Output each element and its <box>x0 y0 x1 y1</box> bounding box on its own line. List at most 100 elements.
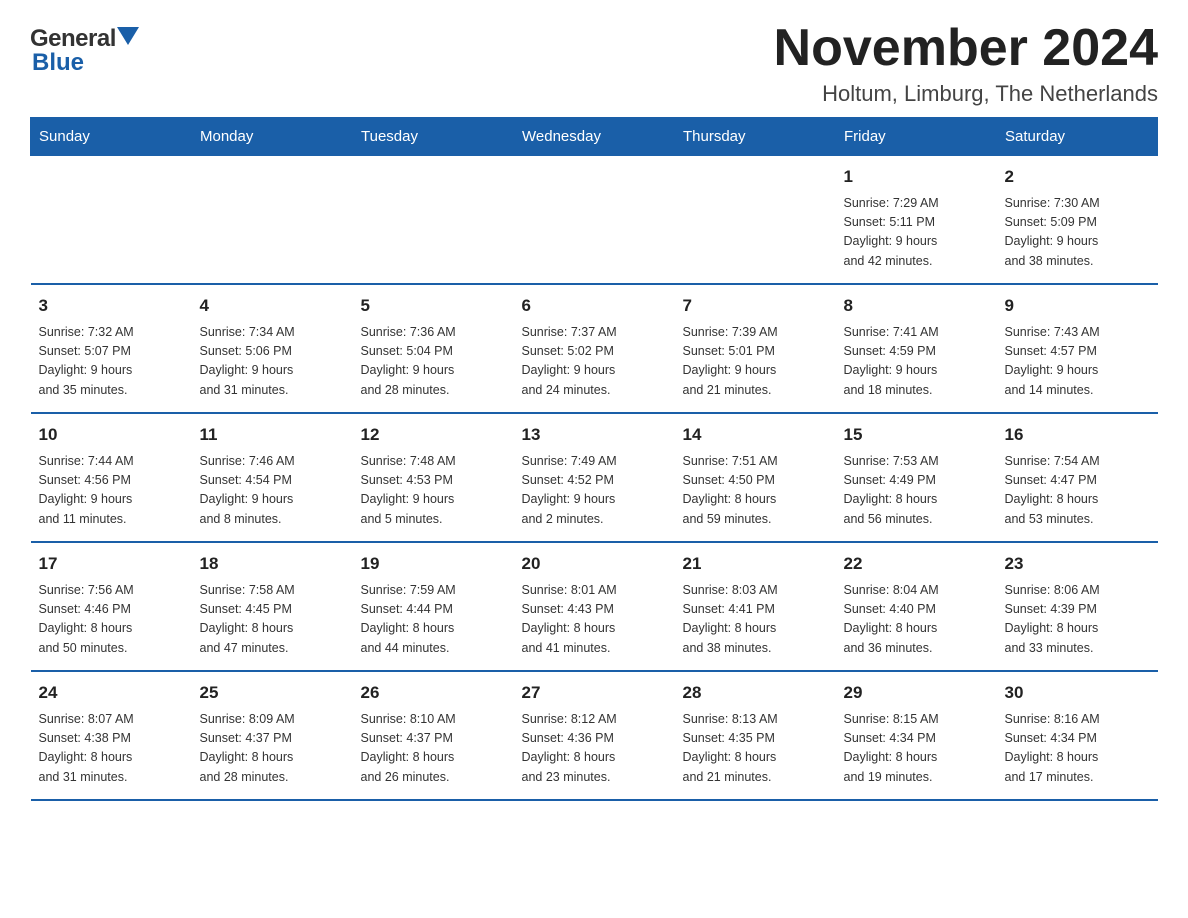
calendar-cell: 17 Sunrise: 7:56 AMSunset: 4:46 PMDayligh… <box>31 542 192 671</box>
day-number: 8 <box>844 293 989 319</box>
calendar-cell: 28 Sunrise: 8:13 AMSunset: 4:35 PMDayligh… <box>675 671 836 800</box>
day-number: 13 <box>522 422 667 448</box>
day-number: 10 <box>39 422 184 448</box>
day-info: Sunrise: 8:06 AMSunset: 4:39 PMDaylight:… <box>1005 581 1150 659</box>
day-number: 23 <box>1005 551 1150 577</box>
calendar-cell: 29 Sunrise: 8:15 AMSunset: 4:34 PMDayligh… <box>836 671 997 800</box>
weekday-header-thursday: Thursday <box>675 118 836 156</box>
day-info: Sunrise: 8:12 AMSunset: 4:36 PMDaylight:… <box>522 710 667 788</box>
logo-area: General Blue <box>30 20 139 77</box>
calendar-cell: 2 Sunrise: 7:30 AMSunset: 5:09 PMDaylight… <box>997 156 1158 285</box>
weekday-header-friday: Friday <box>836 118 997 156</box>
page-header: General Blue November 2024 Holtum, Limbu… <box>30 20 1158 107</box>
day-number: 12 <box>361 422 506 448</box>
title-area: November 2024 Holtum, Limburg, The Nethe… <box>774 20 1158 107</box>
logo-blue-text: Blue <box>30 49 84 77</box>
calendar-cell: 27 Sunrise: 8:12 AMSunset: 4:36 PMDayligh… <box>514 671 675 800</box>
day-number: 27 <box>522 680 667 706</box>
calendar-cell: 15 Sunrise: 7:53 AMSunset: 4:49 PMDayligh… <box>836 413 997 542</box>
calendar-cell: 12 Sunrise: 7:48 AMSunset: 4:53 PMDayligh… <box>353 413 514 542</box>
day-number: 18 <box>200 551 345 577</box>
day-number: 6 <box>522 293 667 319</box>
calendar-week-row: 10 Sunrise: 7:44 AMSunset: 4:56 PMDayligh… <box>31 413 1158 542</box>
calendar-week-row: 3 Sunrise: 7:32 AMSunset: 5:07 PMDaylight… <box>31 284 1158 413</box>
logo-arrow-icon <box>117 27 139 49</box>
day-number: 21 <box>683 551 828 577</box>
location-title: Holtum, Limburg, The Netherlands <box>774 81 1158 107</box>
calendar-week-row: 24 Sunrise: 8:07 AMSunset: 4:38 PMDayligh… <box>31 671 1158 800</box>
calendar-cell <box>675 156 836 285</box>
weekday-header-wednesday: Wednesday <box>514 118 675 156</box>
day-number: 26 <box>361 680 506 706</box>
day-info: Sunrise: 8:13 AMSunset: 4:35 PMDaylight:… <box>683 710 828 788</box>
calendar-cell: 8Sunrise: 7:41 AMSunset: 4:59 PMDaylight… <box>836 284 997 413</box>
calendar-cell: 30 Sunrise: 8:16 AMSunset: 4:34 PMDayligh… <box>997 671 1158 800</box>
weekday-header-monday: Monday <box>192 118 353 156</box>
day-number: 7 <box>683 293 828 319</box>
calendar-cell: 1Sunrise: 7:29 AMSunset: 5:11 PMDaylight… <box>836 156 997 285</box>
calendar-cell: 19Sunrise: 7:59 AMSunset: 4:44 PMDayligh… <box>353 542 514 671</box>
day-info: Sunrise: 7:48 AMSunset: 4:53 PMDaylight:… <box>361 452 506 530</box>
weekday-header-row: SundayMondayTuesdayWednesdayThursdayFrid… <box>31 118 1158 156</box>
day-number: 25 <box>200 680 345 706</box>
day-number: 20 <box>522 551 667 577</box>
day-info: Sunrise: 7:58 AMSunset: 4:45 PMDaylight:… <box>200 581 345 659</box>
day-info: Sunrise: 7:59 AMSunset: 4:44 PMDaylight:… <box>361 581 506 659</box>
day-number: 15 <box>844 422 989 448</box>
weekday-header-tuesday: Tuesday <box>353 118 514 156</box>
day-number: 9 <box>1005 293 1150 319</box>
calendar-week-row: 17 Sunrise: 7:56 AMSunset: 4:46 PMDayligh… <box>31 542 1158 671</box>
calendar-cell: 7 Sunrise: 7:39 AMSunset: 5:01 PMDaylight… <box>675 284 836 413</box>
day-number: 16 <box>1005 422 1150 448</box>
day-info: Sunrise: 7:34 AMSunset: 5:06 PMDaylight:… <box>200 323 345 401</box>
calendar-cell: 18 Sunrise: 7:58 AMSunset: 4:45 PMDayligh… <box>192 542 353 671</box>
day-number: 17 <box>39 551 184 577</box>
calendar-cell: 9 Sunrise: 7:43 AMSunset: 4:57 PMDaylight… <box>997 284 1158 413</box>
day-info: Sunrise: 7:37 AMSunset: 5:02 PMDaylight:… <box>522 323 667 401</box>
day-number: 5 <box>361 293 506 319</box>
calendar-cell: 21Sunrise: 8:03 AMSunset: 4:41 PMDayligh… <box>675 542 836 671</box>
day-info: Sunrise: 8:07 AMSunset: 4:38 PMDaylight:… <box>39 710 184 788</box>
day-info: Sunrise: 7:32 AMSunset: 5:07 PMDaylight:… <box>39 323 184 401</box>
day-number: 2 <box>1005 164 1150 190</box>
calendar-cell: 26 Sunrise: 8:10 AMSunset: 4:37 PMDayligh… <box>353 671 514 800</box>
calendar-cell: 11Sunrise: 7:46 AMSunset: 4:54 PMDayligh… <box>192 413 353 542</box>
calendar-body: 1Sunrise: 7:29 AMSunset: 5:11 PMDaylight… <box>31 156 1158 801</box>
calendar-cell: 5Sunrise: 7:36 AMSunset: 5:04 PMDaylight… <box>353 284 514 413</box>
day-info: Sunrise: 7:39 AMSunset: 5:01 PMDaylight:… <box>683 323 828 401</box>
day-number: 24 <box>39 680 184 706</box>
day-info: Sunrise: 7:44 AMSunset: 4:56 PMDaylight:… <box>39 452 184 530</box>
calendar-week-row: 1Sunrise: 7:29 AMSunset: 5:11 PMDaylight… <box>31 156 1158 285</box>
calendar-cell: 10 Sunrise: 7:44 AMSunset: 4:56 PMDayligh… <box>31 413 192 542</box>
weekday-header-saturday: Saturday <box>997 118 1158 156</box>
day-info: Sunrise: 8:10 AMSunset: 4:37 PMDaylight:… <box>361 710 506 788</box>
day-number: 14 <box>683 422 828 448</box>
day-number: 28 <box>683 680 828 706</box>
calendar-cell: 25Sunrise: 8:09 AMSunset: 4:37 PMDayligh… <box>192 671 353 800</box>
day-info: Sunrise: 8:16 AMSunset: 4:34 PMDaylight:… <box>1005 710 1150 788</box>
calendar-cell: 6 Sunrise: 7:37 AMSunset: 5:02 PMDaylight… <box>514 284 675 413</box>
weekday-header-sunday: Sunday <box>31 118 192 156</box>
day-info: Sunrise: 7:53 AMSunset: 4:49 PMDaylight:… <box>844 452 989 530</box>
day-info: Sunrise: 7:29 AMSunset: 5:11 PMDaylight:… <box>844 194 989 272</box>
day-info: Sunrise: 7:54 AMSunset: 4:47 PMDaylight:… <box>1005 452 1150 530</box>
day-info: Sunrise: 7:56 AMSunset: 4:46 PMDaylight:… <box>39 581 184 659</box>
day-info: Sunrise: 8:04 AMSunset: 4:40 PMDaylight:… <box>844 581 989 659</box>
day-info: Sunrise: 7:49 AMSunset: 4:52 PMDaylight:… <box>522 452 667 530</box>
calendar-cell: 16 Sunrise: 7:54 AMSunset: 4:47 PMDayligh… <box>997 413 1158 542</box>
calendar-cell: 14Sunrise: 7:51 AMSunset: 4:50 PMDayligh… <box>675 413 836 542</box>
calendar-header: SundayMondayTuesdayWednesdayThursdayFrid… <box>31 118 1158 156</box>
day-info: Sunrise: 8:15 AMSunset: 4:34 PMDaylight:… <box>844 710 989 788</box>
day-number: 3 <box>39 293 184 319</box>
day-number: 22 <box>844 551 989 577</box>
calendar-cell <box>192 156 353 285</box>
day-info: Sunrise: 8:01 AMSunset: 4:43 PMDaylight:… <box>522 581 667 659</box>
day-number: 29 <box>844 680 989 706</box>
day-number: 30 <box>1005 680 1150 706</box>
calendar-cell: 22 Sunrise: 8:04 AMSunset: 4:40 PMDayligh… <box>836 542 997 671</box>
day-info: Sunrise: 7:43 AMSunset: 4:57 PMDaylight:… <box>1005 323 1150 401</box>
month-title: November 2024 <box>774 20 1158 77</box>
calendar-cell: 24 Sunrise: 8:07 AMSunset: 4:38 PMDayligh… <box>31 671 192 800</box>
calendar-cell: 4Sunrise: 7:34 AMSunset: 5:06 PMDaylight… <box>192 284 353 413</box>
day-info: Sunrise: 7:30 AMSunset: 5:09 PMDaylight:… <box>1005 194 1150 272</box>
